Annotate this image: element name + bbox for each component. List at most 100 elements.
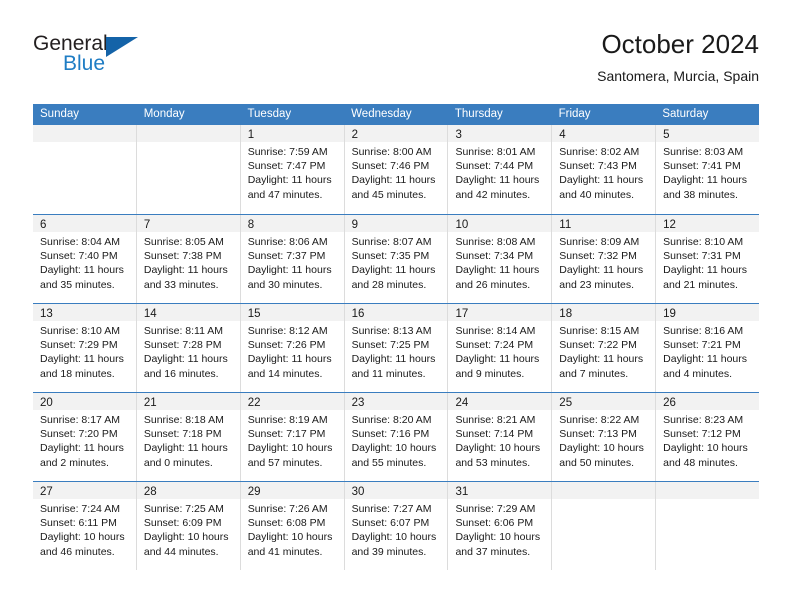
sunrise-text: Sunrise: 8:04 AM — [40, 236, 120, 248]
sunrise-text: Sunrise: 8:10 AM — [663, 236, 744, 248]
daylight-text: Daylight: 11 hours and 16 minutes. — [143, 353, 228, 380]
calendar-day-cell[interactable]: 24 Sunrise: 8:21 AM Sunset: 7:14 PM Dayligh… — [448, 393, 553, 481]
day-sun-info: Sunrise: 8:07 AM Sunset: 7:35 PM Daylight:… — [345, 232, 448, 292]
day-sun-info: Sunrise: 8:04 AM Sunset: 7:40 PM Daylight:… — [33, 232, 136, 292]
day-number-band: 11 — [552, 215, 656, 232]
calendar-day-cell[interactable]: 6 Sunrise: 8:04 AM Sunset: 7:40 PM Daylight… — [33, 215, 137, 303]
day-number: 5 — [663, 129, 670, 141]
calendar-day-cell[interactable]: 9 Sunrise: 8:07 AM Sunset: 7:35 PM Daylight… — [344, 215, 449, 303]
day-sun-info: Sunrise: 8:01 AM Sunset: 7:44 PM Daylight:… — [448, 142, 551, 202]
daylight-text: Daylight: 11 hours and 28 minutes. — [351, 264, 436, 291]
day-number-band: 12 — [656, 215, 760, 232]
day-sun-info: Sunrise: 8:17 AM Sunset: 7:20 PM Daylight:… — [33, 410, 136, 470]
brand-logo[interactable]: General Blue — [33, 32, 213, 88]
sunset-text: Sunset: 7:24 PM — [455, 339, 534, 352]
day-sun-info: Sunrise: 7:26 AM Sunset: 6:08 PM Daylight:… — [241, 499, 344, 559]
calendar-day-cell[interactable]: 1 Sunrise: 7:59 AM Sunset: 7:47 PM Daylight… — [240, 125, 345, 214]
sunset-text: Sunset: 7:38 PM — [143, 250, 222, 263]
weekday-header-friday: Friday — [558, 108, 591, 120]
sunrise-text: Sunrise: 8:19 AM — [247, 414, 328, 426]
sunrise-text: Sunrise: 8:07 AM — [351, 236, 432, 248]
day-sun-info: Sunrise: 8:03 AM Sunset: 7:41 PM Daylight:… — [656, 142, 759, 202]
day-sun-info: Sunrise: 7:24 AM Sunset: 6:11 PM Daylight:… — [33, 499, 136, 559]
day-number-band — [136, 125, 240, 142]
calendar-day-cell[interactable]: 18 Sunrise: 8:15 AM Sunset: 7:22 PM Dayligh… — [552, 304, 657, 392]
day-number: 30 — [351, 486, 365, 498]
calendar-day-cell[interactable]: 30 Sunrise: 7:27 AM Sunset: 6:07 PM Dayligh… — [344, 482, 449, 570]
day-number: 22 — [247, 397, 261, 409]
sunrise-text: Sunrise: 7:29 AM — [455, 503, 536, 515]
calendar-day-cell[interactable]: 21 Sunrise: 8:18 AM Sunset: 7:18 PM Dayligh… — [136, 393, 241, 481]
calendar-day-cell[interactable]: 12 Sunrise: 8:10 AM Sunset: 7:31 PM Dayligh… — [656, 215, 760, 303]
calendar-day-cell[interactable]: 15 Sunrise: 8:12 AM Sunset: 7:26 PM Dayligh… — [240, 304, 345, 392]
daylight-text: Daylight: 11 hours and 9 minutes. — [455, 353, 540, 380]
calendar-day-cell[interactable]: 16 Sunrise: 8:13 AM Sunset: 7:25 PM Dayligh… — [344, 304, 449, 392]
sunset-text: Sunset: 7:16 PM — [351, 428, 430, 441]
calendar-day-cell[interactable]: 2 Sunrise: 8:00 AM Sunset: 7:46 PM Daylight… — [344, 125, 449, 214]
weekday-header-row: Sunday Monday Tuesday Wednesday Thursday… — [33, 104, 759, 125]
sunrise-text: Sunrise: 7:26 AM — [247, 503, 328, 515]
calendar-day-cell[interactable]: 4 Sunrise: 8:02 AM Sunset: 7:43 PM Daylight… — [552, 125, 657, 214]
calendar-day-cell[interactable]: 3 Sunrise: 8:01 AM Sunset: 7:44 PM Daylight… — [448, 125, 553, 214]
calendar-day-cell[interactable]: 10 Sunrise: 8:08 AM Sunset: 7:34 PM Dayligh… — [448, 215, 553, 303]
daylight-text: Daylight: 11 hours and 45 minutes. — [351, 174, 436, 201]
daylight-text: Daylight: 11 hours and 26 minutes. — [455, 264, 540, 291]
sunrise-text: Sunrise: 8:05 AM — [143, 236, 224, 248]
calendar-day-cell-empty — [656, 482, 760, 570]
sunset-text: Sunset: 7:13 PM — [559, 428, 637, 441]
day-sun-info: Sunrise: 8:11 AM Sunset: 7:28 PM Daylight:… — [137, 321, 240, 381]
sunset-text: Sunset: 6:08 PM — [247, 517, 326, 530]
calendar-day-cell[interactable]: 29 Sunrise: 7:26 AM Sunset: 6:08 PM Dayligh… — [240, 482, 345, 570]
calendar-day-cell[interactable]: 27 Sunrise: 7:24 AM Sunset: 6:11 PM Dayligh… — [33, 482, 137, 570]
calendar-day-cell[interactable]: 7 Sunrise: 8:05 AM Sunset: 7:38 PM Daylight… — [136, 215, 241, 303]
calendar-day-cell[interactable]: 13 Sunrise: 8:10 AM Sunset: 7:29 PM Dayligh… — [33, 304, 137, 392]
day-number: 1 — [247, 129, 255, 141]
daylight-text: Daylight: 10 hours and 57 minutes. — [247, 442, 333, 469]
calendar-day-cell[interactable]: 11 Sunrise: 8:09 AM Sunset: 7:32 PM Dayligh… — [552, 215, 657, 303]
daylight-text: Daylight: 10 hours and 48 minutes. — [663, 442, 748, 469]
sunrise-text: Sunrise: 7:24 AM — [40, 503, 120, 515]
calendar-day-cell-empty — [33, 125, 137, 214]
calendar-day-cell[interactable]: 28 Sunrise: 7:25 AM Sunset: 6:09 PM Dayligh… — [136, 482, 241, 570]
day-number-band: 4 — [552, 125, 656, 142]
day-sun-info: Sunrise: 8:02 AM Sunset: 7:43 PM Daylight:… — [552, 142, 655, 202]
day-number: 4 — [559, 129, 566, 141]
day-number: 2 — [351, 129, 358, 141]
day-number: 19 — [663, 308, 676, 320]
daylight-text: Daylight: 11 hours and 0 minutes. — [143, 442, 228, 469]
day-number: 23 — [351, 397, 365, 409]
calendar-day-cell[interactable]: 23 Sunrise: 8:20 AM Sunset: 7:16 PM Dayligh… — [344, 393, 449, 481]
daylight-text: Daylight: 11 hours and 14 minutes. — [247, 353, 332, 380]
calendar-week-row: 13 Sunrise: 8:10 AM Sunset: 7:29 PM Dayligh… — [33, 303, 760, 392]
day-number-band: 29 — [240, 482, 344, 499]
calendar-day-cell[interactable]: 17 Sunrise: 8:14 AM Sunset: 7:24 PM Dayligh… — [448, 304, 553, 392]
calendar-day-cell[interactable]: 26 Sunrise: 8:23 AM Sunset: 7:12 PM Dayligh… — [656, 393, 760, 481]
day-sun-info: Sunrise: 8:19 AM Sunset: 7:17 PM Daylight:… — [241, 410, 344, 470]
daylight-text: Daylight: 11 hours and 4 minutes. — [663, 353, 748, 380]
calendar-day-cell[interactable]: 20 Sunrise: 8:17 AM Sunset: 7:20 PM Dayligh… — [33, 393, 137, 481]
sunset-text: Sunset: 7:40 PM — [40, 250, 118, 263]
calendar-day-cell[interactable]: 8 Sunrise: 8:06 AM Sunset: 7:37 PM Daylight… — [240, 215, 345, 303]
calendar-day-cell-empty — [136, 125, 241, 214]
calendar-day-cell[interactable]: 22 Sunrise: 8:19 AM Sunset: 7:17 PM Dayligh… — [240, 393, 345, 481]
sunset-text: Sunset: 7:46 PM — [351, 160, 430, 173]
day-sun-info: Sunrise: 8:14 AM Sunset: 7:24 PM Daylight:… — [448, 321, 551, 381]
calendar-weeks: 1 Sunrise: 7:59 AM Sunset: 7:47 PM Daylight… — [33, 125, 760, 570]
calendar-day-cell[interactable]: 25 Sunrise: 8:22 AM Sunset: 7:13 PM Dayligh… — [552, 393, 657, 481]
calendar-day-cell[interactable]: 19 Sunrise: 8:16 AM Sunset: 7:21 PM Dayligh… — [656, 304, 760, 392]
day-number-band: 21 — [136, 393, 240, 410]
day-number: 12 — [663, 219, 676, 231]
daylight-text: Daylight: 11 hours and 33 minutes. — [143, 264, 228, 291]
sunrise-text: Sunrise: 8:00 AM — [351, 146, 432, 158]
day-number-band: 28 — [136, 482, 240, 499]
sunrise-text: Sunrise: 8:11 AM — [143, 325, 224, 337]
sunset-text: Sunset: 6:09 PM — [143, 517, 222, 530]
sunset-text: Sunset: 7:14 PM — [455, 428, 534, 441]
calendar-day-cell[interactable]: 5 Sunrise: 8:03 AM Sunset: 7:41 PM Daylight… — [656, 125, 760, 214]
sunrise-text: Sunrise: 8:21 AM — [455, 414, 536, 426]
day-sun-info: Sunrise: 8:10 AM Sunset: 7:31 PM Daylight:… — [656, 232, 759, 292]
calendar-day-cell[interactable]: 31 Sunrise: 7:29 AM Sunset: 6:06 PM Dayligh… — [448, 482, 553, 570]
calendar-day-cell[interactable]: 14 Sunrise: 8:11 AM Sunset: 7:28 PM Dayligh… — [136, 304, 241, 392]
sunrise-text: Sunrise: 8:02 AM — [559, 146, 640, 158]
daylight-text: Daylight: 10 hours and 53 minutes. — [455, 442, 541, 469]
